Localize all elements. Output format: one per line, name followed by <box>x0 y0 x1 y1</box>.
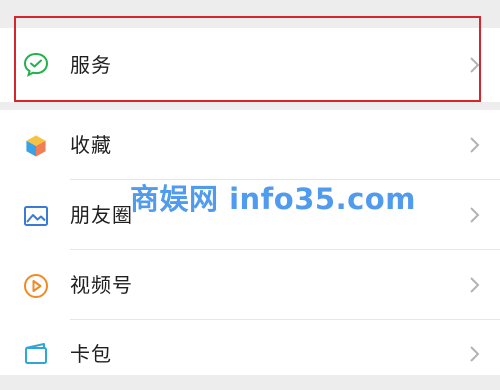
menu-item-label: 收藏 <box>70 133 112 157</box>
cube-icon <box>22 132 50 160</box>
play-circle-icon <box>22 272 50 300</box>
image-icon <box>22 202 50 230</box>
menu-item-cards[interactable]: 卡包 <box>0 320 500 375</box>
card-icon <box>22 340 50 368</box>
chevron-right-icon <box>468 135 482 155</box>
chevron-right-icon <box>468 275 482 295</box>
watermark-text: 商娱网 info35.com <box>130 182 416 216</box>
menu-item-label: 卡包 <box>70 342 112 366</box>
menu-item-label: 朋友圈 <box>70 203 133 227</box>
menu-item-channels[interactable]: 视频号 <box>0 250 500 320</box>
chevron-right-icon <box>468 205 482 225</box>
menu-item-favorites[interactable]: 收藏 <box>0 110 500 180</box>
highlight-box <box>14 16 481 102</box>
menu-item-label: 视频号 <box>70 273 133 297</box>
chevron-right-icon <box>468 344 482 364</box>
